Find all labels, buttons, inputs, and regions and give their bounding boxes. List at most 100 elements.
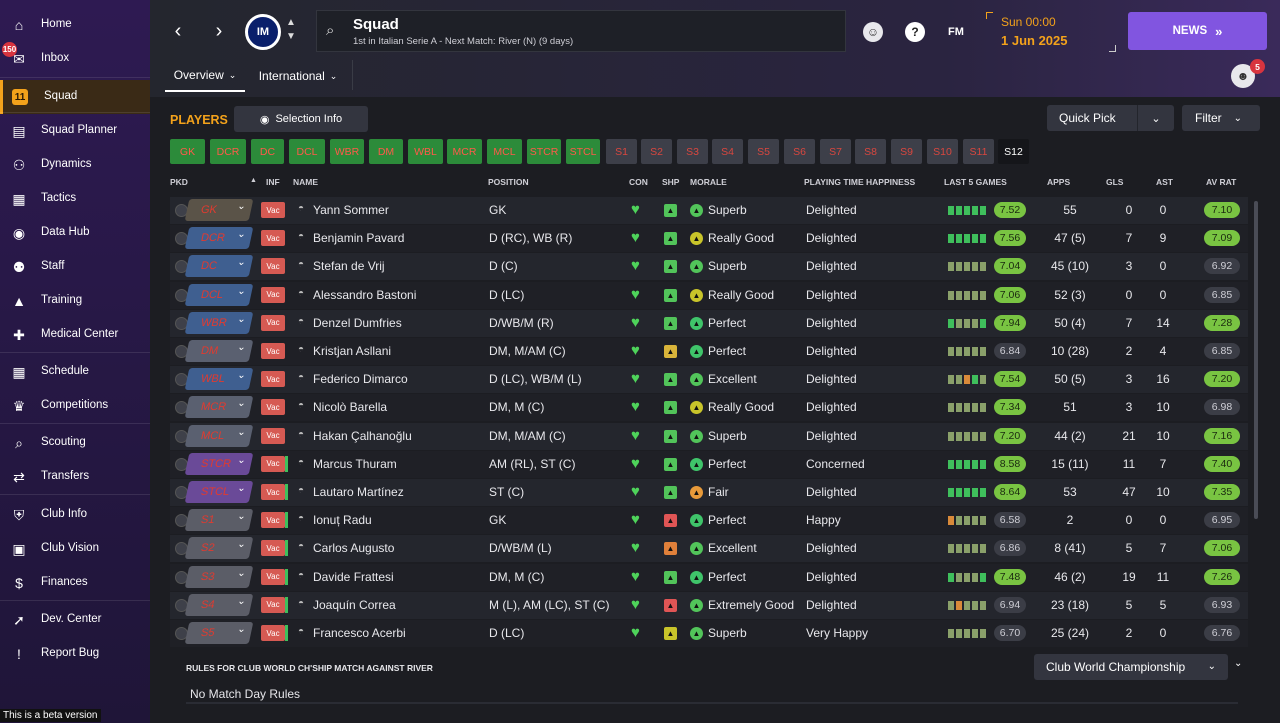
col-position[interactable]: POSITION (488, 177, 529, 187)
position-tab-mcl[interactable]: MCL (487, 139, 522, 164)
forward-button[interactable]: › (209, 20, 229, 42)
collapse-icon[interactable]: ⌄ (1234, 658, 1250, 674)
position-selector[interactable]: S2 ⌄ (184, 537, 254, 560)
col-shp[interactable]: SHP (662, 177, 679, 187)
position-tab-dcl[interactable]: DCL (289, 139, 325, 164)
player-profile-icon[interactable]: ◓ (298, 570, 304, 581)
table-row[interactable]: WBL ⌄ Vac ◓ Federico Dimarco D (LC), WB/M (L)… (170, 366, 1248, 394)
sidebar-item-scouting[interactable]: ⌕ Scouting (0, 426, 150, 460)
sidebar-item-club-info[interactable]: ⛨ Club Info (0, 498, 150, 532)
position-tab-s12[interactable]: S12 (998, 139, 1029, 164)
player-profile-icon[interactable]: ◓ (298, 400, 304, 411)
player-name[interactable]: Francesco Acerbi (313, 626, 406, 640)
sidebar-item-training[interactable]: ▲ Training (0, 284, 150, 318)
player-name[interactable]: Hakan Çalhanoğlu (313, 429, 412, 443)
player-profile-icon[interactable]: ◓ (298, 598, 304, 609)
sidebar-item-staff[interactable]: ⚉ Staff (0, 250, 150, 284)
position-tab-mcr[interactable]: MCR (447, 139, 482, 164)
table-row[interactable]: S3 ⌄ Vac ◓ Davide Frattesi DM, M (C) ♥ ▲ ▲ Perfec… (170, 563, 1248, 591)
sidebar-item-competitions[interactable]: ♛ Competitions (0, 389, 150, 423)
sidebar-item-report-bug[interactable]: ! Report Bug (0, 637, 150, 671)
table-row[interactable]: GK ⌄ Vac ◓ Yann Sommer GK ♥ ▲ ▲ Superb Delighted 7.… (170, 197, 1248, 224)
table-row[interactable]: S5 ⌄ Vac ◓ Francesco Acerbi D (LC) ♥ ▲ ▲ Superb Ve… (170, 620, 1248, 647)
sidebar-item-transfers[interactable]: ⇄ Transfers (0, 460, 150, 494)
player-name[interactable]: Kristjan Asllani (313, 344, 391, 358)
position-selector[interactable]: GK ⌄ (184, 199, 254, 221)
position-tab-dcr[interactable]: DCR (210, 139, 246, 164)
position-tab-s11[interactable]: S11 (963, 139, 994, 164)
player-profile-icon[interactable]: ◓ (298, 626, 304, 637)
player-name[interactable]: Davide Frattesi (313, 570, 394, 584)
position-selector[interactable]: STCL ⌄ (184, 481, 254, 503)
tab-international[interactable]: International ⌄ (252, 60, 344, 92)
club-crest-icon[interactable]: IM (245, 14, 281, 50)
col-playing-time[interactable]: PLAYING TIME HAPPINESS (804, 177, 915, 187)
table-row[interactable]: S1 ⌄ Vac ◓ Ionuț Radu GK ♥ ▲ ▲ Perfect Happy 6.58 2 0… (170, 507, 1248, 535)
position-tab-dc[interactable]: DC (251, 139, 284, 164)
club-switch-icon[interactable]: ▲ ▼ (284, 16, 298, 46)
position-selector[interactable]: DM ⌄ (184, 340, 254, 362)
position-selector[interactable]: WBL ⌄ (184, 368, 254, 391)
position-selector[interactable]: STCR ⌄ (184, 452, 254, 475)
player-name[interactable]: Lautaro Martínez (313, 485, 404, 499)
table-row[interactable]: DC ⌄ Vac ◓ Stefan de Vrij D (C) ♥ ▲ ▲ Superb Delig… (170, 253, 1248, 281)
position-selector[interactable]: WBR ⌄ (184, 311, 254, 334)
sidebar-item-tactics[interactable]: ▦ Tactics (0, 182, 150, 216)
position-tab-stcr[interactable]: STCR (527, 139, 561, 164)
position-selector[interactable]: DC ⌄ (184, 255, 254, 278)
sidebar-item-finances[interactable]: $ Finances (0, 566, 150, 600)
position-selector[interactable]: DCL ⌄ (184, 283, 254, 306)
sidebar-item-squad[interactable]: 11 Squad (0, 80, 150, 114)
player-profile-icon[interactable]: ◓ (298, 259, 304, 270)
position-selector[interactable]: S4 ⌄ (184, 593, 254, 616)
table-row[interactable]: DCL ⌄ Vac ◓ Alessandro Bastoni D (LC) ♥ ▲ ▲ Reall… (170, 281, 1248, 309)
player-profile-icon[interactable]: ◓ (298, 231, 304, 242)
player-profile-icon[interactable]: ◓ (298, 429, 304, 440)
position-tab-s1[interactable]: S1 (606, 139, 637, 164)
table-row[interactable]: MCL ⌄ Vac ◓ Hakan Çalhanoğlu DM, M/AM (C) ♥ ▲ ▲ S… (170, 422, 1248, 450)
filter-button[interactable]: Filter ⌄ (1182, 105, 1260, 131)
col-apps[interactable]: APPS (1047, 177, 1070, 187)
sidebar-item-home[interactable]: ⌂ Home (0, 8, 150, 42)
page-search-box[interactable]: ⌕ Squad 1st in Italian Serie A - Next Ma… (316, 10, 846, 52)
player-profile-icon[interactable]: ◓ (298, 372, 304, 383)
table-row[interactable]: DM ⌄ Vac ◓ Kristjan Asllani DM, M/AM (C) ♥ ▲ ▲ Pe… (170, 338, 1248, 365)
back-button[interactable]: ‹ (168, 20, 188, 42)
sidebar-item-medical-center[interactable]: ✚ Medical Center (0, 318, 150, 352)
col-morale[interactable]: MORALE (690, 177, 727, 187)
help-icon[interactable]: ? (905, 22, 925, 42)
position-selector[interactable]: DCR ⌄ (184, 227, 254, 250)
date-display[interactable]: Sun 00:00 1 Jun 2025 (986, 12, 1116, 52)
competition-select[interactable]: Club World Championship ⌄ (1034, 654, 1228, 680)
social-feed-icon[interactable]: ☺ (863, 22, 883, 42)
col-con[interactable]: CON (629, 177, 648, 187)
sort-asc-icon[interactable]: ▲ (250, 177, 257, 184)
position-tab-s5[interactable]: S5 (748, 139, 779, 164)
player-name[interactable]: Denzel Dumfries (313, 316, 402, 330)
col-name[interactable]: NAME (293, 177, 318, 187)
table-row[interactable]: S4 ⌄ Vac ◓ Joaquín Correa M (L), AM (LC), ST … (170, 591, 1248, 619)
table-row[interactable]: S2 ⌄ Vac ◓ Carlos Augusto D/WB/M (L) ♥ ▲ ▲ Excell… (170, 535, 1248, 563)
table-row[interactable]: WBR ⌄ Vac ◓ Denzel Dumfries D/WB/M (R) ♥ ▲ ▲ Perf… (170, 309, 1248, 337)
table-row[interactable]: STCL ⌄ Vac ◓ Lautaro Martínez ST (C) ♥ ▲ ▲ Fair De… (170, 479, 1248, 506)
col-avrat[interactable]: AV RAT (1206, 177, 1236, 187)
sidebar-item-dev-center[interactable]: ➚ Dev. Center (0, 603, 150, 637)
position-tab-s4[interactable]: S4 (712, 139, 743, 164)
sidebar-item-data-hub[interactable]: ◉ Data Hub (0, 216, 150, 250)
sidebar-item-inbox[interactable]: ✉ Inbox (0, 42, 150, 76)
player-profile-icon[interactable]: ◓ (298, 541, 304, 552)
position-tab-wbl[interactable]: WBL (408, 139, 443, 164)
sidebar-item-squad-planner[interactable]: ▤ Squad Planner (0, 114, 150, 148)
position-tab-s9[interactable]: S9 (891, 139, 922, 164)
table-row[interactable]: DCR ⌄ Vac ◓ Benjamin Pavard D (RC), WB (R) ♥ ▲ ▲… (170, 225, 1248, 253)
player-name[interactable]: Stefan de Vrij (313, 259, 385, 273)
player-profile-icon[interactable]: ◓ (298, 203, 304, 214)
player-name[interactable]: Carlos Augusto (313, 541, 394, 555)
position-tab-stcl[interactable]: STCL (566, 139, 600, 164)
player-name[interactable]: Joaquín Correa (313, 598, 396, 612)
player-name[interactable]: Yann Sommer (313, 203, 389, 217)
selection-info-button[interactable]: ◉ Selection Info (234, 106, 368, 132)
position-tab-s2[interactable]: S2 (641, 139, 672, 164)
player-name[interactable]: Federico Dimarco (313, 372, 408, 386)
col-pkd[interactable]: PKD (170, 177, 188, 187)
